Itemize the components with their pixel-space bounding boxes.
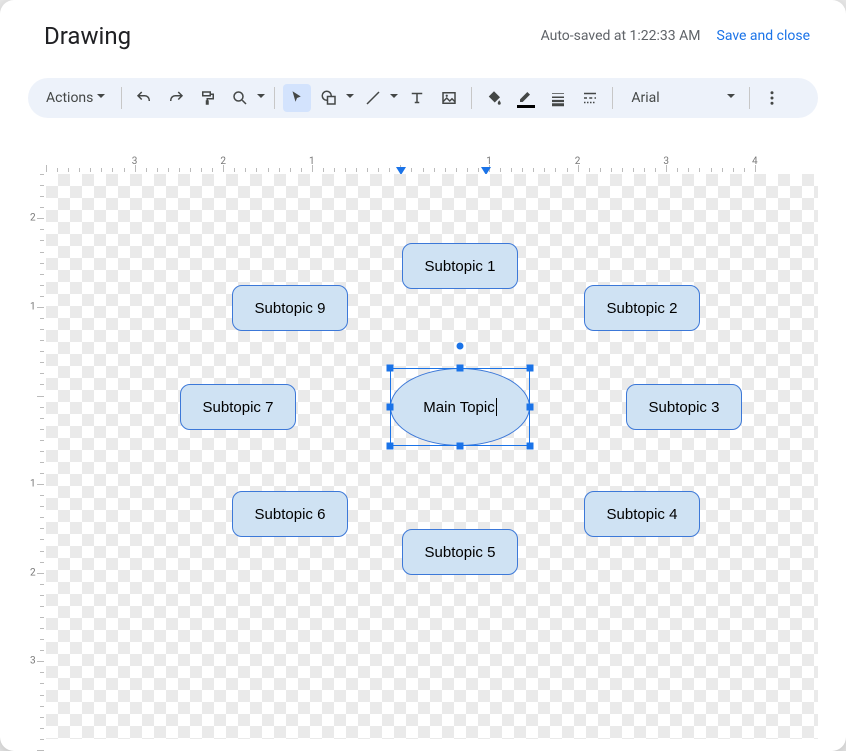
subtopic-label: Subtopic 7 bbox=[203, 399, 274, 416]
fill-bucket-icon bbox=[485, 89, 503, 107]
cursor-icon bbox=[288, 89, 306, 107]
text-cursor bbox=[496, 398, 497, 416]
image-icon bbox=[440, 89, 458, 107]
chevron-down-icon bbox=[346, 94, 354, 102]
separator bbox=[274, 87, 275, 109]
redo-button[interactable] bbox=[162, 84, 190, 112]
drawing-canvas[interactable]: Main Topic Subtopic 1 Subtopic 2 Subtopic … bbox=[46, 174, 818, 739]
more-vertical-icon bbox=[763, 89, 781, 107]
resize-handle-se[interactable] bbox=[527, 443, 534, 450]
shape-dropdown[interactable] bbox=[343, 84, 355, 112]
line-dash-icon bbox=[581, 89, 599, 107]
subtopic-label: Subtopic 9 bbox=[255, 300, 326, 317]
resize-handle-e[interactable] bbox=[527, 404, 534, 411]
zoom-button[interactable] bbox=[226, 84, 254, 112]
subtopic-3-shape[interactable]: Subtopic 3 bbox=[626, 384, 742, 430]
chevron-down-icon bbox=[727, 94, 735, 102]
toolbar: Actions bbox=[28, 78, 818, 118]
subtopic-label: Subtopic 2 bbox=[607, 300, 678, 317]
rotate-handle[interactable] bbox=[457, 343, 464, 350]
subtopic-1-shape[interactable]: Subtopic 1 bbox=[402, 243, 518, 289]
separator bbox=[612, 87, 613, 109]
zoom-dropdown[interactable] bbox=[254, 84, 266, 112]
dialog-header: Drawing Auto-saved at 1:22:33 AM Save an… bbox=[0, 0, 846, 50]
subtopic-7-shape[interactable]: Subtopic 7 bbox=[180, 384, 296, 430]
chevron-down-icon bbox=[97, 94, 105, 102]
subtopic-label: Subtopic 4 bbox=[607, 506, 678, 523]
shape-icon bbox=[320, 89, 338, 107]
resize-handle-nw[interactable] bbox=[387, 365, 394, 372]
separator bbox=[749, 87, 750, 109]
dialog-title: Drawing bbox=[44, 22, 131, 50]
resize-handle-w[interactable] bbox=[387, 404, 394, 411]
subtopic-label: Subtopic 6 bbox=[255, 506, 326, 523]
select-tool-button[interactable] bbox=[283, 84, 311, 112]
textbox-tool-button[interactable] bbox=[403, 84, 431, 112]
autosave-status: Auto-saved at 1:22:33 AM bbox=[541, 28, 701, 44]
subtopic-4-shape[interactable]: Subtopic 4 bbox=[584, 491, 700, 537]
redo-icon bbox=[167, 89, 185, 107]
actions-label: Actions bbox=[46, 90, 93, 106]
paint-roller-icon bbox=[199, 89, 217, 107]
resize-handle-sw[interactable] bbox=[387, 443, 394, 450]
textbox-icon bbox=[408, 89, 426, 107]
separator bbox=[471, 87, 472, 109]
vertical-ruler[interactable]: 21123 bbox=[28, 174, 46, 739]
resize-handle-n[interactable] bbox=[457, 365, 464, 372]
line-dropdown[interactable] bbox=[387, 84, 399, 112]
horizontal-ruler[interactable]: 3211234 bbox=[28, 156, 818, 174]
subtopic-label: Subtopic 3 bbox=[649, 399, 720, 416]
undo-icon bbox=[135, 89, 153, 107]
actions-menu-button[interactable]: Actions bbox=[38, 84, 113, 112]
chevron-down-icon bbox=[390, 94, 398, 102]
resize-handle-s[interactable] bbox=[457, 443, 464, 450]
border-dash-button[interactable] bbox=[576, 84, 604, 112]
header-right: Auto-saved at 1:22:33 AM Save and close bbox=[541, 28, 810, 44]
separator bbox=[121, 87, 122, 109]
resize-handle-ne[interactable] bbox=[527, 365, 534, 372]
main-topic-label: Main Topic bbox=[423, 399, 494, 416]
border-weight-button[interactable] bbox=[544, 84, 572, 112]
editor-area: 3211234 21123 Main Topic bbox=[28, 156, 818, 739]
image-tool-button[interactable] bbox=[435, 84, 463, 112]
font-name-label: Arial bbox=[631, 90, 659, 106]
main-topic-shape[interactable]: Main Topic bbox=[390, 368, 530, 446]
font-family-selector[interactable]: Arial bbox=[621, 84, 741, 112]
zoom-combo bbox=[226, 84, 266, 112]
shape-combo bbox=[315, 84, 355, 112]
drawing-dialog: Drawing Auto-saved at 1:22:33 AM Save an… bbox=[0, 0, 846, 751]
more-options-button[interactable] bbox=[758, 84, 786, 112]
subtopic-label: Subtopic 5 bbox=[425, 544, 496, 561]
line-tool-button[interactable] bbox=[359, 84, 387, 112]
subtopic-9-shape[interactable]: Subtopic 9 bbox=[232, 285, 348, 331]
chevron-down-icon bbox=[257, 94, 265, 102]
color-underline bbox=[517, 105, 535, 108]
subtopic-5-shape[interactable]: Subtopic 5 bbox=[402, 529, 518, 575]
zoom-icon bbox=[231, 89, 249, 107]
shape-tool-button[interactable] bbox=[315, 84, 343, 112]
undo-button[interactable] bbox=[130, 84, 158, 112]
subtopic-6-shape[interactable]: Subtopic 6 bbox=[232, 491, 348, 537]
line-combo bbox=[359, 84, 399, 112]
paint-format-button[interactable] bbox=[194, 84, 222, 112]
line-icon bbox=[364, 89, 382, 107]
save-and-close-button[interactable]: Save and close bbox=[717, 28, 811, 44]
subtopic-2-shape[interactable]: Subtopic 2 bbox=[584, 285, 700, 331]
fill-color-button[interactable] bbox=[480, 84, 508, 112]
border-color-button[interactable] bbox=[512, 84, 540, 112]
line-weight-icon bbox=[549, 89, 567, 107]
pencil-icon bbox=[518, 88, 534, 104]
subtopic-label: Subtopic 1 bbox=[425, 258, 496, 275]
